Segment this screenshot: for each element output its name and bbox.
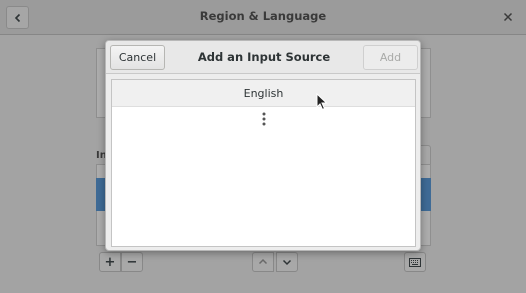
close-icon bbox=[503, 12, 513, 22]
window-title: Region & Language bbox=[199, 9, 327, 23]
list-item-english[interactable]: English bbox=[112, 80, 415, 107]
keyboard-icon bbox=[409, 257, 421, 267]
chevron-up-icon bbox=[258, 258, 268, 265]
chevron-down-icon bbox=[282, 259, 292, 266]
add-input-source-button[interactable]: + bbox=[99, 252, 121, 272]
header-bar: Region & Language bbox=[0, 0, 526, 35]
add-input-source-dialog: Cancel Add an Input Source Add English bbox=[105, 40, 421, 251]
more-row[interactable] bbox=[112, 108, 415, 130]
keyboard-layout-button[interactable] bbox=[404, 252, 426, 272]
close-button[interactable] bbox=[500, 9, 516, 25]
add-button[interactable]: Add bbox=[363, 45, 418, 70]
move-down-button[interactable] bbox=[276, 252, 298, 272]
dialog-header: Cancel Add an Input Source Add bbox=[106, 41, 420, 74]
cancel-button[interactable]: Cancel bbox=[110, 45, 165, 70]
input-source-list: English bbox=[111, 79, 416, 247]
view-more-vertical-icon bbox=[262, 112, 265, 126]
remove-input-source-button[interactable]: − bbox=[121, 252, 143, 272]
move-up-button[interactable] bbox=[252, 252, 274, 272]
mouse-cursor-icon bbox=[316, 93, 328, 111]
